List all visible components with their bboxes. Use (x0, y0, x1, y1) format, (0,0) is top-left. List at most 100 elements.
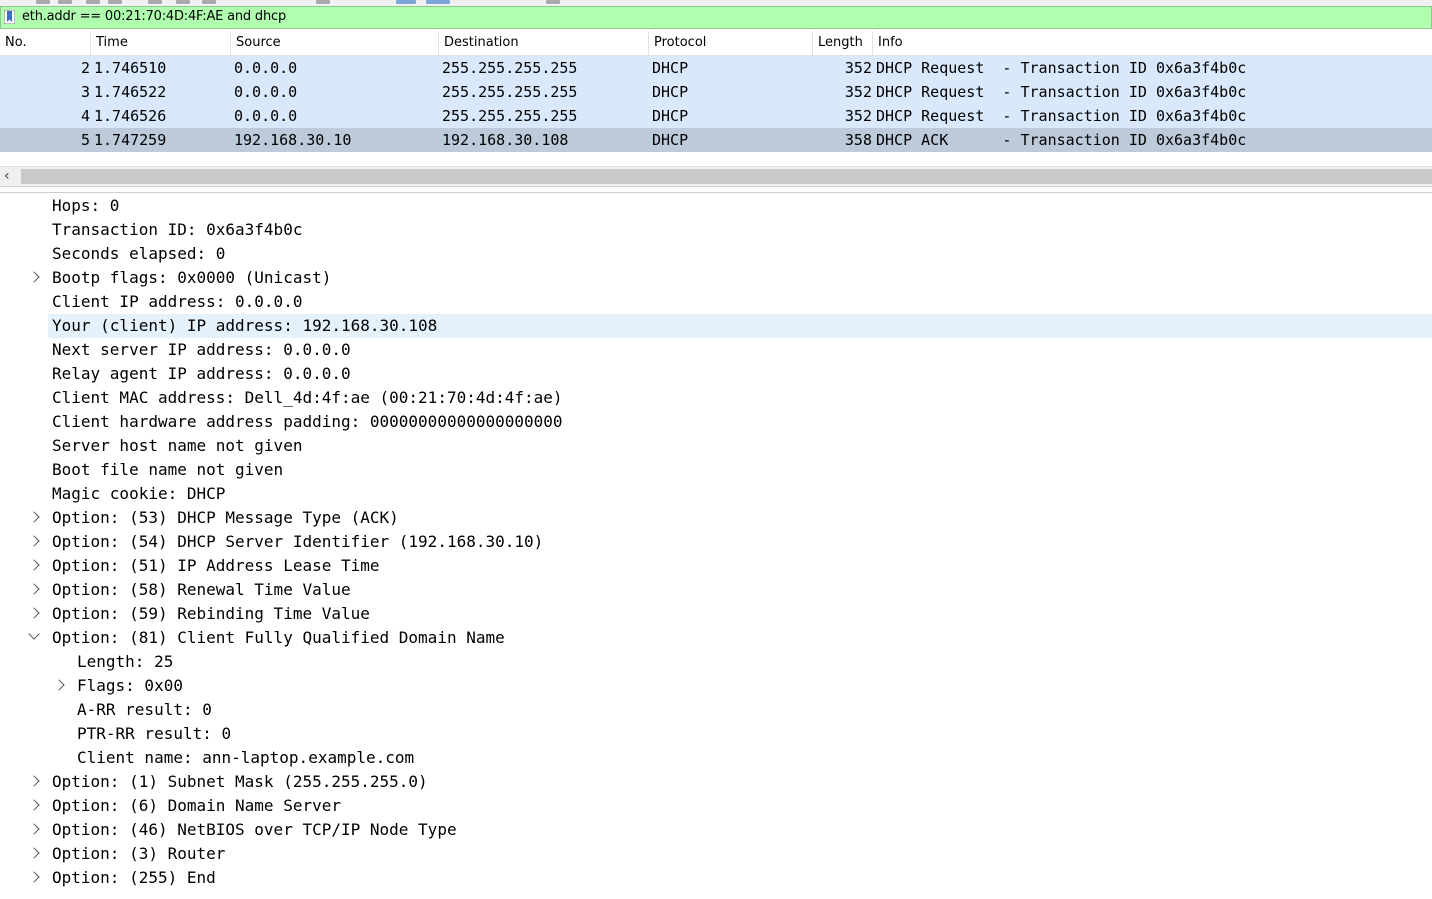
detail-field-row[interactable]: Bootp flags: 0x0000 (Unicast) (0, 266, 1432, 290)
cell-no: 3 (80, 83, 90, 101)
packet-row[interactable]: 3 1.746522 0.0.0.0 255.255.255.255 DHCP … (0, 80, 1432, 104)
cell-info: DHCP Request - Transaction ID 0x6a3f4b0c (876, 83, 1247, 101)
autoscroll-toggle-button[interactable] (426, 0, 450, 4)
detail-field-text: Relay agent IP address: 0.0.0.0 (52, 364, 351, 383)
packet-row[interactable]: 2 1.746510 0.0.0.0 255.255.255.255 DHCP … (0, 56, 1432, 80)
detail-field-row[interactable]: Option: (3) Router (0, 842, 1432, 866)
cell-destination: 192.168.30.108 (442, 131, 569, 149)
column-header-info[interactable]: Info (873, 31, 1432, 55)
cell-length: 352 (844, 59, 872, 77)
detail-field-row[interactable]: Flags: 0x00 (0, 674, 1432, 698)
detail-field-row[interactable]: Option: (58) Renewal Time Value (0, 578, 1432, 602)
chevron-right-icon[interactable] (53, 679, 65, 691)
toolbar-button[interactable] (202, 0, 216, 4)
detail-field-text: Seconds elapsed: 0 (52, 244, 226, 263)
detail-field-row-selected[interactable]: Your (client) IP address: 192.168.30.108 (48, 314, 1432, 338)
toolbar-button[interactable] (108, 0, 122, 4)
detail-field-row[interactable]: Relay agent IP address: 0.0.0.0 (0, 362, 1432, 386)
detail-field-row[interactable]: Seconds elapsed: 0 (0, 242, 1432, 266)
detail-field-row[interactable]: Client hardware address padding: 0000000… (0, 410, 1432, 434)
detail-field-row[interactable]: Option: (53) DHCP Message Type (ACK) (0, 506, 1432, 530)
cell-time: 1.746510 (94, 59, 167, 77)
cell-protocol: DHCP (652, 83, 689, 101)
detail-field-row[interactable]: Client IP address: 0.0.0.0 (0, 290, 1432, 314)
detail-field-text: A-RR result: 0 (77, 700, 212, 719)
cell-protocol: DHCP (652, 107, 689, 125)
toolbar-button[interactable] (36, 0, 50, 4)
colorize-toggle-button[interactable] (396, 0, 416, 4)
detail-field-row[interactable]: Option: (46) NetBIOS over TCP/IP Node Ty… (0, 818, 1432, 842)
detail-field-row[interactable]: Option: (6) Domain Name Server (0, 794, 1432, 818)
detail-field-row[interactable]: Option: (59) Rebinding Time Value (0, 602, 1432, 626)
detail-field-text: PTR-RR result: 0 (77, 724, 232, 743)
chevron-down-icon[interactable] (28, 628, 40, 640)
packet-list-header: No. Time Source Destination Protocol Len… (0, 31, 1432, 56)
packet-details-tree: Hops: 0 Transaction ID: 0x6a3f4b0c Seconds… (0, 194, 1432, 899)
chevron-right-icon[interactable] (28, 847, 40, 859)
cell-protocol: DHCP (652, 59, 689, 77)
scrollbar-thumb[interactable] (21, 169, 1432, 184)
detail-field-row[interactable]: Client MAC address: Dell_4d:4f:ae (00:21… (0, 386, 1432, 410)
detail-field-row[interactable]: Hops: 0 (0, 194, 1432, 218)
detail-field-text: Your (client) IP address: 192.168.30.108 (52, 316, 438, 335)
detail-field-text: Length: 25 (77, 652, 174, 671)
detail-field-text: Client name: ann-laptop.example.com (77, 748, 415, 767)
detail-field-row[interactable]: Server host name not given (0, 434, 1432, 458)
detail-field-row[interactable]: Option: (255) End (0, 866, 1432, 890)
detail-field-text: Server host name not given (52, 436, 303, 455)
packet-list-horizontal-scrollbar[interactable]: ‹ (0, 166, 1432, 186)
cell-source: 192.168.30.10 (234, 131, 352, 149)
display-filter-input[interactable]: eth.addr == 00:21:70:4D:4F:AE and dhcp (22, 9, 286, 25)
toolbar-button[interactable] (148, 0, 162, 4)
packet-row-selected[interactable]: 5 1.747259 192.168.30.10 192.168.30.108 … (0, 128, 1432, 152)
toolbar-button[interactable] (546, 0, 560, 4)
detail-field-row[interactable]: Option: (51) IP Address Lease Time (0, 554, 1432, 578)
column-header-length[interactable]: Length (813, 31, 873, 55)
detail-field-row[interactable]: Option: (81) Client Fully Qualified Doma… (0, 626, 1432, 650)
detail-field-row[interactable]: Client name: ann-laptop.example.com (0, 746, 1432, 770)
detail-field-row[interactable]: Next server IP address: 0.0.0.0 (0, 338, 1432, 362)
pane-splitter[interactable] (0, 186, 1432, 193)
column-header-no[interactable]: No. (0, 31, 91, 55)
column-header-destination[interactable]: Destination (439, 31, 649, 55)
cell-length: 352 (844, 83, 872, 101)
toolbar-button[interactable] (58, 0, 72, 4)
column-header-source[interactable]: Source (231, 31, 439, 55)
scroll-left-icon[interactable]: ‹ (4, 168, 10, 185)
packet-row[interactable]: 4 1.746526 0.0.0.0 255.255.255.255 DHCP … (0, 104, 1432, 128)
detail-field-text: Option: (59) Rebinding Time Value (52, 604, 370, 623)
column-header-protocol[interactable]: Protocol (649, 31, 813, 55)
chevron-right-icon[interactable] (28, 559, 40, 571)
detail-field-text: Option: (58) Renewal Time Value (52, 580, 351, 599)
detail-field-row[interactable]: Transaction ID: 0x6a3f4b0c (0, 218, 1432, 242)
cell-source: 0.0.0.0 (234, 59, 298, 77)
display-filter-bar[interactable]: eth.addr == 00:21:70:4D:4F:AE and dhcp (0, 6, 1432, 29)
detail-field-row[interactable]: Option: (54) DHCP Server Identifier (192… (0, 530, 1432, 554)
chevron-right-icon[interactable] (28, 511, 40, 523)
detail-field-text: Option: (51) IP Address Lease Time (52, 556, 380, 575)
detail-field-text: Transaction ID: 0x6a3f4b0c (52, 220, 303, 239)
toolbar-button[interactable] (86, 0, 100, 4)
cell-length: 352 (844, 107, 872, 125)
chevron-right-icon[interactable] (28, 775, 40, 787)
detail-field-row[interactable]: Magic cookie: DHCP (0, 482, 1432, 506)
chevron-right-icon[interactable] (28, 871, 40, 883)
detail-field-row[interactable]: Boot file name not given (0, 458, 1432, 482)
detail-field-text: Option: (53) DHCP Message Type (ACK) (52, 508, 399, 527)
chevron-right-icon[interactable] (28, 271, 40, 283)
column-header-time[interactable]: Time (91, 31, 231, 55)
chevron-right-icon[interactable] (28, 799, 40, 811)
chevron-right-icon[interactable] (28, 823, 40, 835)
detail-field-row[interactable]: PTR-RR result: 0 (0, 722, 1432, 746)
detail-field-text: Bootp flags: 0x0000 (Unicast) (52, 268, 332, 287)
cell-no: 5 (80, 131, 90, 149)
bookmark-icon[interactable] (4, 10, 15, 24)
detail-field-row[interactable]: A-RR result: 0 (0, 698, 1432, 722)
chevron-right-icon[interactable] (28, 535, 40, 547)
detail-field-row[interactable]: Option: (1) Subnet Mask (255.255.255.0) (0, 770, 1432, 794)
toolbar-button[interactable] (316, 0, 330, 4)
toolbar-button[interactable] (176, 0, 190, 4)
detail-field-row[interactable]: Length: 25 (0, 650, 1432, 674)
chevron-right-icon[interactable] (28, 607, 40, 619)
chevron-right-icon[interactable] (28, 583, 40, 595)
